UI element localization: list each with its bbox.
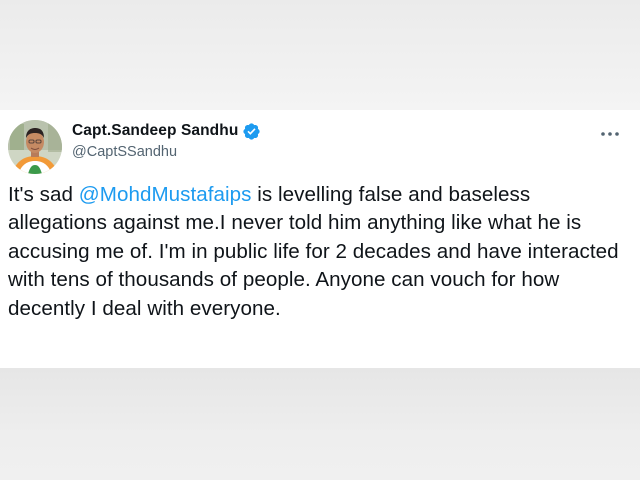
author-display-name[interactable]: Capt.Sandeep Sandhu [72, 122, 238, 140]
mention-link[interactable]: @MohdMustafaips [79, 183, 252, 206]
background-bottom [0, 368, 640, 480]
author-name-row: Capt.Sandeep Sandhu [72, 120, 261, 142]
avatar-photo-icon [8, 120, 62, 174]
tweet-body: It's sad @MohdMustafaips is levelling fa… [8, 181, 632, 323]
tweet-card: Capt.Sandeep Sandhu @CaptSSandhu It's sa… [0, 110, 640, 368]
author-handle[interactable]: @CaptSSandhu [72, 144, 261, 160]
background-top [0, 0, 640, 110]
verified-badge-icon [242, 122, 261, 141]
author-info: Capt.Sandeep Sandhu @CaptSSandhu [72, 120, 261, 160]
tweet-text-before: It's sad [8, 183, 79, 206]
more-options-icon[interactable] [599, 126, 621, 136]
author-avatar[interactable] [8, 120, 62, 174]
